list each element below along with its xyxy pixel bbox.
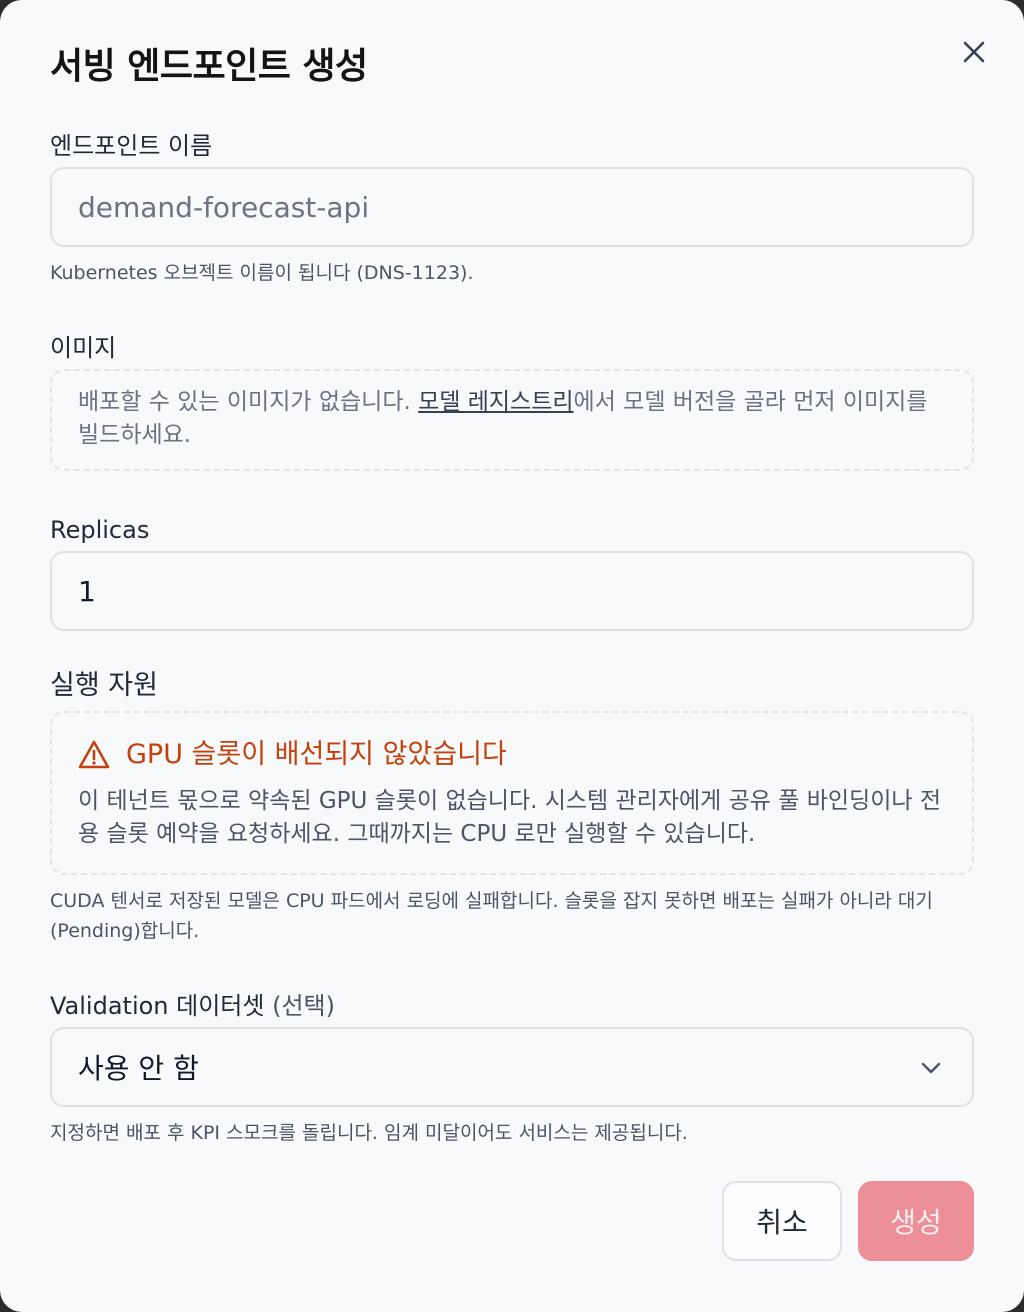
- replicas-input[interactable]: [50, 551, 974, 631]
- resources-hint: CUDA 텐서로 저장된 모델은 CPU 파드에서 로딩에 실패합니다. 슬롯을…: [50, 890, 933, 942]
- gpu-warning-title: GPU 슬롯이 배선되지 않았습니다: [78, 735, 507, 775]
- gpu-warning-body: 이 테넌트 몫으로 약속된 GPU 슬롯이 없습니다. 시스템 관리자에게 공유…: [78, 788, 942, 847]
- endpoint-name-input[interactable]: [50, 167, 974, 247]
- resources-label: 실행 자원: [50, 670, 158, 701]
- warning-triangle-icon: [78, 740, 110, 769]
- validation-optional-tag: (선택): [272, 992, 335, 1020]
- validation-label: Validation 데이터셋 (선택): [50, 990, 335, 1022]
- gpu-warning-box: GPU 슬롯이 배선되지 않았습니다 이 테넌트 몫으로 약속된 GPU 슬롯이…: [50, 711, 974, 875]
- image-empty-state: 배포할 수 있는 이미지가 없습니다. 모델 레지스트리에서 모델 버전을 골라…: [50, 369, 974, 471]
- close-button[interactable]: [950, 28, 998, 76]
- image-label: 이미지: [50, 334, 117, 362]
- validation-select[interactable]: 사용 안 함: [50, 1027, 974, 1107]
- endpoint-name-label: 엔드포인트 이름: [50, 132, 213, 160]
- validation-selected-value: 사용 안 함: [78, 1052, 199, 1085]
- gpu-warning-title-text: GPU 슬롯이 배선되지 않았습니다: [126, 739, 507, 770]
- validation-label-text: Validation 데이터셋: [50, 992, 265, 1020]
- dialog-title: 서빙 엔드포인트 생성: [50, 46, 368, 87]
- image-empty-prefix: 배포할 수 있는 이미지가 없습니다.: [78, 389, 419, 415]
- cancel-button[interactable]: 취소: [722, 1181, 842, 1261]
- create-button[interactable]: 생성: [858, 1181, 974, 1261]
- model-registry-link[interactable]: 모델 레지스트리: [418, 389, 573, 415]
- image-empty-message: 배포할 수 있는 이미지가 없습니다. 모델 레지스트리에서 모델 버전을 골라…: [78, 386, 946, 452]
- validation-hint: 지정하면 배포 후 KPI 스모크를 돌립니다. 임계 미달이어도 서비스는 제…: [50, 1122, 688, 1144]
- chevron-down-icon: [921, 1062, 941, 1074]
- endpoint-name-hint: Kubernetes 오브젝트 이름이 됩니다 (DNS-1123).: [50, 262, 474, 284]
- replicas-label: Replicas: [50, 516, 150, 544]
- create-endpoint-dialog: 서빙 엔드포인트 생성 엔드포인트 이름 Kubernetes 오브젝트 이름이…: [0, 0, 1024, 1312]
- close-icon: [963, 41, 985, 63]
